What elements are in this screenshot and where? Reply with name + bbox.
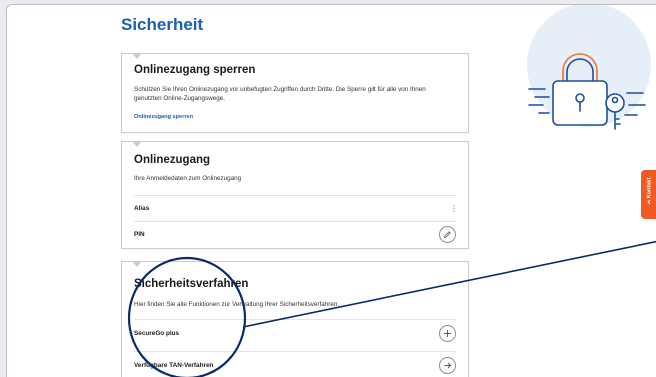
highlight-circle [127,256,247,377]
pointer-line [242,240,656,328]
annotation-overlay [127,240,656,377]
app-window: Sicherheit Onlinezugang sperren Schützen… [6,4,656,377]
